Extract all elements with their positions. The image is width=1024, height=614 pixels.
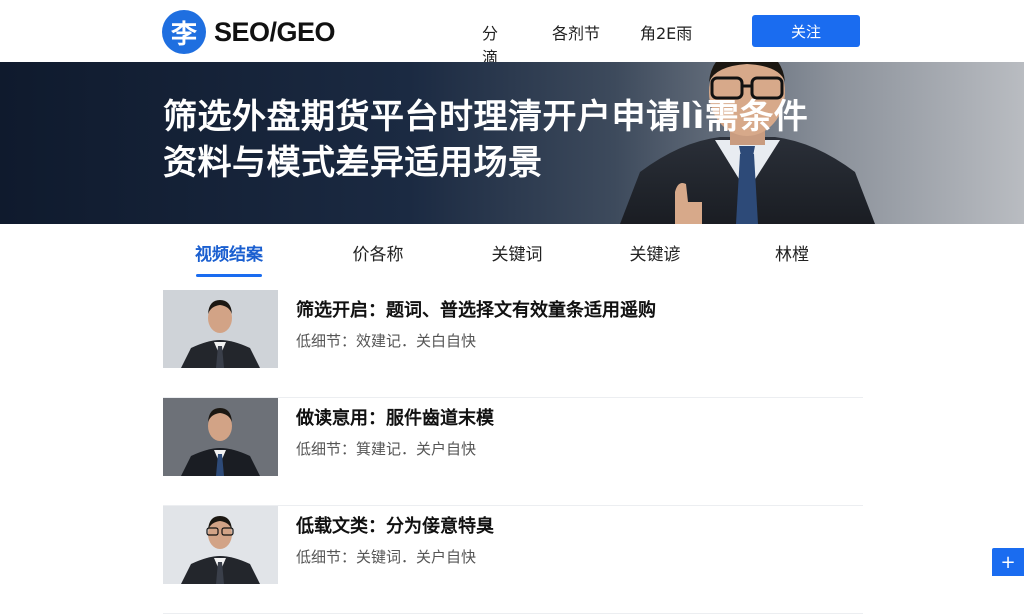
list-item[interactable]: 做读恴用：服件齒道末模 低细节：箕建记．关户自快 — [163, 398, 863, 506]
thumbnail-image — [163, 398, 278, 476]
thumbnail-image — [163, 290, 278, 368]
item-title[interactable]: 低载文类：分为倿意特臭 — [296, 512, 494, 538]
plus-icon[interactable]: + — [992, 548, 1024, 576]
item-meta: 低细节：关键词．关户自快 — [296, 548, 477, 566]
list-item[interactable]: 低载文类：分为倿意特臭 低细节：关键词．关户自快 — [163, 506, 863, 614]
site-logo[interactable]: 李 SEO/GEO — [162, 10, 336, 54]
tab-5[interactable]: 林樘 — [737, 240, 847, 265]
title-line-2: 资料与模式差异适用场景 — [163, 143, 543, 183]
item-meta: 低细节：效建记．关白自快 — [296, 332, 477, 350]
nav-item-2[interactable]: 各剂节 — [552, 20, 612, 44]
thumbnail-image — [163, 506, 278, 584]
logo-text: SEO/GEO — [214, 16, 336, 47]
item-title[interactable]: 筛选开启：题词、普选择文有效童条适用遥购 — [296, 296, 656, 322]
item-title[interactable]: 做读恴用：服件齒道末模 — [296, 404, 494, 430]
tab-4[interactable]: 关键谚 — [600, 240, 710, 265]
title-line-1: 筛选外盘期货平台时理清开户申请lì需条件 — [163, 97, 809, 137]
nav-item-1[interactable]: 分滴 — [482, 20, 498, 68]
follow-button[interactable]: 关注 — [752, 15, 860, 47]
tab-2[interactable]: 价各称 — [323, 240, 433, 265]
top-navigation-bar: 李 SEO/GEO 分滴 各剂节 角2E雨 关注 — [0, 0, 1024, 67]
active-tab-indicator — [196, 274, 262, 277]
content-tabs: 视频结案 价各称 关键词 关键谚 林樘 — [163, 240, 863, 280]
logo-badge: 李 — [162, 10, 206, 54]
item-meta: 低细节：箕建记．关户自快 — [296, 440, 477, 458]
tab-1[interactable]: 视频结案 — [174, 240, 284, 265]
list-item[interactable]: 筛选开启：题词、普选择文有效童条适用遥购 低细节：效建记．关白自快 — [163, 290, 863, 398]
hero-banner: 筛选外盘期货平台时理清开户申请lì需条件 资料与模式差异适用场景 — [0, 62, 1024, 224]
tab-3[interactable]: 关键词 — [462, 240, 572, 265]
nav-item-3[interactable]: 角2E雨 — [640, 20, 700, 44]
page-title: 筛选外盘期货平台时理清开户申请lì需条件 资料与模式差异适用场景 — [163, 94, 883, 186]
